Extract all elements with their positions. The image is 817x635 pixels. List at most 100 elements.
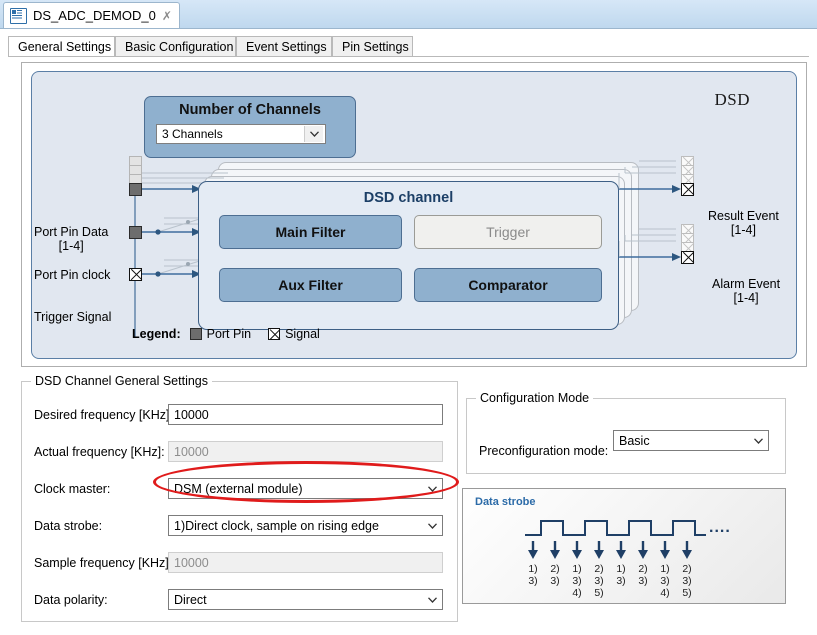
label-actual-frequency: Actual frequency [KHz]: (34, 445, 165, 459)
port-pin-clock-icon (129, 226, 142, 239)
waveform-ellipsis: .... (709, 519, 731, 536)
dsd-module-box: DSD Number of Channels 3 Channels DSD ch… (31, 71, 797, 359)
annotation-line: 2) (682, 563, 692, 575)
dsd-channel-title: DSD channel (363, 190, 454, 206)
configuration-mode-group-title: Configuration Mode (476, 391, 594, 405)
legend-item-label: Signal (285, 327, 320, 341)
document-icon (10, 7, 27, 24)
waveform-column: 1) 3) (611, 563, 631, 587)
sample-frequency-input: 10000 (168, 552, 443, 573)
input-sublabel: [1-4] (58, 239, 84, 253)
output-label-result-event: Result Event [1-4] (708, 209, 779, 237)
trigger-block[interactable]: Trigger (414, 215, 602, 249)
legend-item-signal: Signal (268, 327, 320, 341)
input-label-text: Trigger Signal (34, 310, 112, 324)
legend: Legend: Port Pin Signal (132, 327, 320, 341)
field-value: 10000 (174, 407, 209, 422)
annotation-line: 3) (660, 575, 670, 587)
legend-item-label: Port Pin (206, 327, 252, 341)
output-label-alarm-event: Alarm Event [1-4] (712, 277, 780, 305)
label-data-strobe: Data strobe: (34, 519, 103, 533)
waveform-column: 1) 3) (523, 563, 543, 587)
editor-tab-strip: DS_ADC_DEMOD_0 ✗ (0, 0, 817, 29)
tab-event-settings[interactable]: Event Settings (236, 36, 332, 57)
close-icon[interactable]: ✗ (162, 10, 172, 22)
application-window: DS_ADC_DEMOD_0 ✗ General Settings Basic … (0, 0, 817, 635)
input-label-port-pin-clock: Port Pin clock (34, 268, 110, 282)
annotation-line: 1) (572, 563, 582, 575)
tab-basic-configuration[interactable]: Basic Configuration (115, 36, 236, 57)
annotation-line: 3) (528, 575, 538, 587)
tab-pin-settings[interactable]: Pin Settings (332, 36, 413, 57)
signal-icon (268, 328, 281, 340)
trigger-signal-icon (129, 268, 142, 281)
annotation-line: 1) (528, 563, 538, 575)
port-pin-icon (189, 328, 202, 340)
actual-frequency-input: 10000 (168, 441, 443, 462)
output-label-text: Result Event (708, 209, 779, 223)
annotation-line: 4) (572, 587, 582, 599)
input-label-port-pin-data: Port Pin Data [1-4] (34, 225, 108, 253)
data-polarity-combo[interactable]: Direct (168, 589, 443, 610)
block-label: Comparator (468, 277, 548, 293)
comparator-block[interactable]: Comparator (414, 268, 602, 302)
annotation-line: 2) (594, 563, 604, 575)
desired-frequency-input[interactable]: 10000 (168, 404, 443, 425)
annotation-line: 3) (550, 575, 560, 587)
annotation-line: 5) (594, 587, 604, 599)
legend-title: Legend: (132, 327, 181, 341)
label-preconfiguration-mode: Preconfiguration mode: (479, 444, 609, 458)
label-desired-frequency: Desired frequency [KHz]: (34, 408, 173, 422)
field-value: 10000 (174, 555, 209, 570)
result-event-icon (681, 183, 694, 196)
annotation-line: 1) (660, 563, 670, 575)
output-label-text: Alarm Event (712, 277, 781, 291)
annotation-line: 1) (616, 563, 626, 575)
dsd-channel-box: DSD channel Main Filter Trigger Aux Filt… (198, 181, 619, 330)
tab-underline (8, 56, 809, 57)
editor-tab-ds-adc-demod-0[interactable]: DS_ADC_DEMOD_0 ✗ (3, 2, 180, 28)
alarm-event-icon (681, 251, 694, 264)
annotation-line: 3) (682, 575, 692, 587)
tab-general-settings[interactable]: General Settings (8, 36, 115, 58)
input-label-text: Port Pin Data (34, 225, 109, 239)
annotation-line: 3) (594, 575, 604, 587)
output-sublabel: [1-4] (730, 223, 756, 237)
field-value: 10000 (174, 444, 209, 459)
legend-item-port-pin: Port Pin (189, 327, 252, 341)
block-label: Trigger (486, 224, 530, 240)
waveform-column: 2) 3) (633, 563, 653, 587)
annotation-line: 3) (572, 575, 582, 587)
label-data-polarity: Data polarity: (34, 593, 108, 607)
data-strobe-waveform-image: Data strobe .... 1) 3) 2) 3) 1) 3) 4) 2)… (462, 488, 786, 604)
input-label-trigger-signal: Trigger Signal (34, 310, 111, 324)
annotation-line: 3) (638, 575, 648, 587)
general-settings-group-title: DSD Channel General Settings (31, 374, 213, 388)
chevron-down-icon (750, 432, 767, 449)
annotation-line: 5) (682, 587, 692, 599)
input-label-text: Port Pin clock (34, 268, 111, 282)
field-value: Direct (174, 592, 207, 607)
waveform-graphic (525, 520, 706, 559)
waveform-column: 2) 3) 5) (589, 563, 609, 599)
waveform-column: 2) 3) (545, 563, 565, 587)
main-filter-block[interactable]: Main Filter (219, 215, 402, 249)
settings-tab-bar: General Settings Basic Configuration Eve… (8, 36, 809, 58)
annotation-line: 4) (660, 587, 670, 599)
label-clock-master: Clock master: (34, 482, 111, 496)
data-strobe-combo[interactable]: 1)Direct clock, sample on rising edge (168, 515, 443, 536)
tab-label: Pin Settings (342, 40, 409, 54)
tab-label: General Settings (18, 40, 112, 54)
preconfiguration-mode-combo[interactable]: Basic (613, 430, 769, 451)
chevron-down-icon (424, 517, 441, 534)
field-value: Basic (619, 433, 650, 448)
tab-label: Basic Configuration (125, 40, 234, 54)
annotation-line: 3) (616, 575, 626, 587)
chevron-down-icon (424, 480, 441, 497)
clock-master-combo[interactable]: DSM (external module) (168, 478, 443, 499)
label-sample-frequency: Sample frequency [KHz]: (34, 556, 173, 570)
aux-filter-block[interactable]: Aux Filter (219, 268, 402, 302)
annotation-line: 2) (550, 563, 560, 575)
tab-label: Event Settings (246, 40, 327, 54)
waveform-column: 1) 3) 4) (567, 563, 587, 599)
